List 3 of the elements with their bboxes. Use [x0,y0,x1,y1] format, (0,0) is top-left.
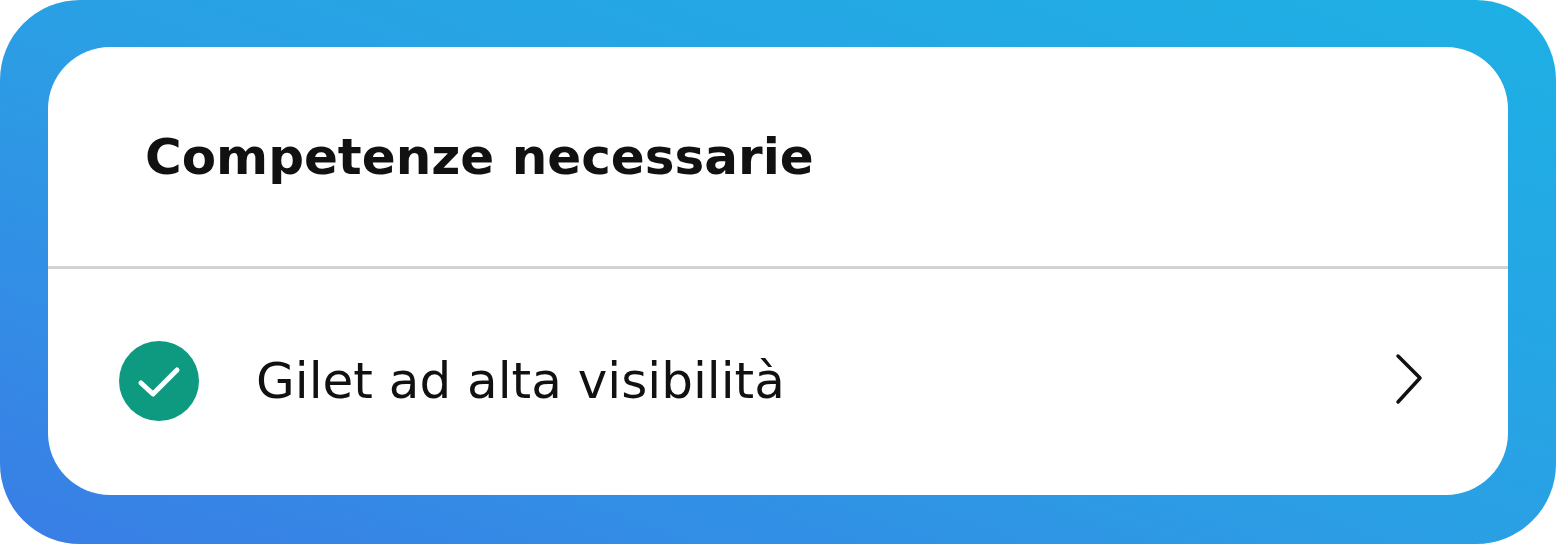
section-title: Competenze necessarie [145,127,814,186]
item-label: Gilet ad alta visibilità [256,352,786,410]
skill-row[interactable]: Gilet ad alta visibilità [48,269,1508,493]
